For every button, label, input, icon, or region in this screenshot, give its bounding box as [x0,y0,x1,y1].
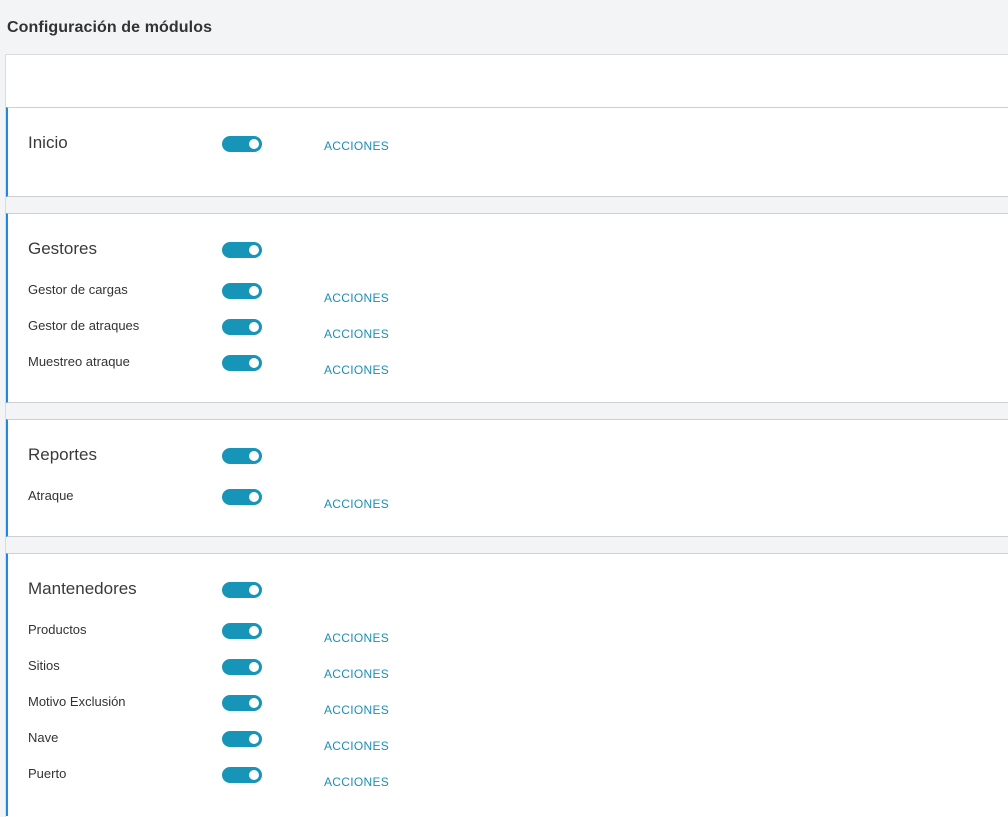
acciones-link-gestor-de-cargas[interactable]: ACCIONES [324,291,389,305]
toggle-muestreo-atraque[interactable] [222,355,262,371]
module-row-inicio: Inicio ACCIONES [8,133,1008,155]
submodule-label: Productos [28,622,87,637]
toggle-knob [249,245,259,255]
toggle-motivo-exclusion[interactable] [222,695,262,711]
card-gap [6,197,1008,213]
submodule-label: Nave [28,730,59,745]
toggle-knob [249,698,259,708]
module-card-reportes: Reportes Atraque ACCIONES [6,419,1008,537]
toggle-knob [249,770,259,780]
toggle-atraque[interactable] [222,489,262,505]
toggle-knob [249,286,259,296]
toggle-gestor-de-atraques[interactable] [222,319,262,335]
submodule-row-productos: Productos ACCIONES [8,622,1008,645]
module-row-gestores: Gestores [8,239,1008,261]
toggle-puerto[interactable] [222,767,262,783]
module-card-gestores: Gestores Gestor de cargas ACCIONES Gesto… [6,213,1008,403]
module-label-inicio: Inicio [28,133,68,152]
submodule-label: Gestor de cargas [28,282,128,297]
toggle-knob [249,734,259,744]
toggle-productos[interactable] [222,623,262,639]
toggle-knob [249,451,259,461]
submodule-label: Motivo Exclusión [28,694,126,709]
submodule-row-sitios: Sitios ACCIONES [8,658,1008,681]
submodule-label: Puerto [28,766,67,781]
page-title: Configuración de módulos [7,19,213,36]
submodule-label: Atraque [28,488,74,503]
toggle-knob [249,662,259,672]
submodule-label: Gestor de atraques [28,318,140,333]
card-gap [6,537,1008,553]
toggle-inicio[interactable] [222,136,262,152]
acciones-link-motivo-exclusion[interactable]: ACCIONES [324,703,389,717]
submodule-row-nave: Nave ACCIONES [8,730,1008,753]
toggle-knob [249,358,259,368]
acciones-link-muestreo-atraque[interactable]: ACCIONES [324,363,389,377]
submodule-row-puerto: Puerto ACCIONES [8,766,1008,789]
submodule-label: Muestreo atraque [28,354,130,369]
toggle-knob [249,322,259,332]
acciones-link-gestor-de-atraques[interactable]: ACCIONES [324,327,389,341]
toggle-knob [249,626,259,636]
toggle-mantenedores[interactable] [222,582,262,598]
toggle-nave[interactable] [222,731,262,747]
acciones-link-sitios[interactable]: ACCIONES [324,667,389,681]
submodule-label: Sitios [28,658,60,673]
submodule-row-atraque: Atraque ACCIONES [8,488,1008,511]
card-gap [6,403,1008,419]
toggle-gestor-de-cargas[interactable] [222,283,262,299]
acciones-link-puerto[interactable]: ACCIONES [324,775,389,789]
submodule-row-motivo-exclusion: Motivo Exclusión ACCIONES [8,694,1008,717]
acciones-link-inicio[interactable]: ACCIONES [324,139,389,153]
submodule-row-gestor-de-atraques: Gestor de atraques ACCIONES [8,318,1008,341]
module-card-mantenedores: Mantenedores Productos ACCIONES Sitios A… [6,553,1008,816]
acciones-link-nave[interactable]: ACCIONES [324,739,389,753]
module-row-mantenedores: Mantenedores [8,579,1008,601]
acciones-link-atraque[interactable]: ACCIONES [324,497,389,511]
module-row-reportes: Reportes [8,445,1008,467]
submodule-row-muestreo-atraque: Muestreo atraque ACCIONES [8,354,1008,377]
submodule-row-gestor-de-cargas: Gestor de cargas ACCIONES [8,282,1008,305]
toggle-sitios[interactable] [222,659,262,675]
module-card-inicio: Inicio ACCIONES [6,107,1008,197]
toggle-reportes[interactable] [222,448,262,464]
module-label-mantenedores: Mantenedores [28,579,137,598]
module-label-gestores: Gestores [28,239,97,258]
acciones-link-productos[interactable]: ACCIONES [324,631,389,645]
toggle-knob [249,139,259,149]
toggle-knob [249,585,259,595]
module-label-reportes: Reportes [28,445,97,464]
toggle-gestores[interactable] [222,242,262,258]
toggle-knob [249,492,259,502]
